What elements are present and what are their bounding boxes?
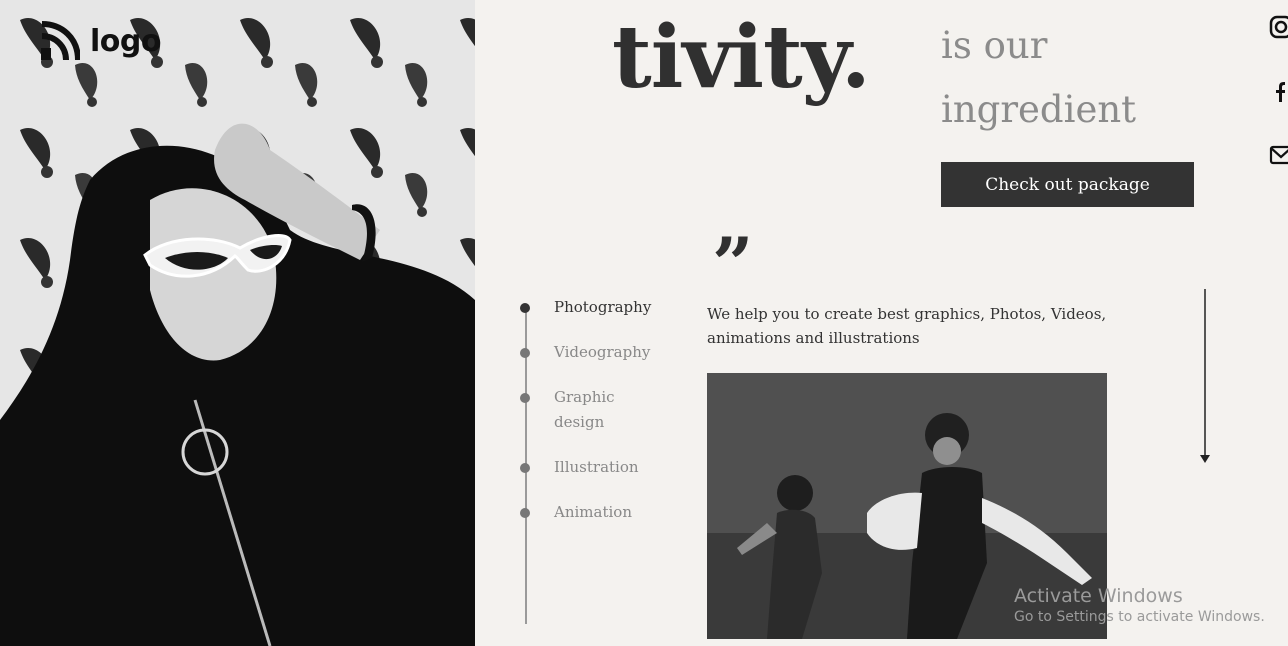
scroll-down-arrow-icon[interactable] [1199,289,1211,465]
hero-photo [0,0,475,646]
windows-activation-watermark: Activate Windows Go to Settings to activ… [1014,585,1265,625]
logo-text: logo [90,23,161,59]
service-item-illustration[interactable]: Illustration [520,458,664,480]
instagram-icon[interactable] [1268,14,1288,40]
timeline-dot [520,303,530,313]
quote-text: We help you to create best graphics, Pho… [707,305,1107,347]
service-label: Videography [554,343,651,361]
facebook-icon[interactable] [1268,78,1288,104]
service-item-photography[interactable]: Photography [520,298,664,320]
service-label: Photography [554,298,652,316]
timeline-dot [520,348,530,358]
service-item-graphic-design[interactable]: Graphic design [520,388,664,435]
mail-icon[interactable] [1268,142,1288,168]
watermark-subtitle: Go to Settings to activate Windows. [1014,609,1265,625]
timeline-dot [520,463,530,473]
hero-photo-graphic [0,0,475,646]
service-item-animation[interactable]: Animation [520,503,664,525]
timeline-dot [520,508,530,518]
service-label: Graphic design [554,388,615,431]
hero-subline: is our ingredient [941,24,1137,131]
service-label: Illustration [554,458,639,476]
logo[interactable]: logo [40,20,161,62]
service-label: Animation [554,503,632,521]
hero-headline: tivity. [612,7,871,108]
timeline-dot [520,393,530,403]
watermark-title: Activate Windows [1014,585,1183,607]
check-out-package-button[interactable]: Check out package [941,162,1194,207]
quote-mark-icon: ” [712,221,754,306]
service-item-videography[interactable]: Videography [520,343,664,365]
logo-icon [41,21,80,61]
